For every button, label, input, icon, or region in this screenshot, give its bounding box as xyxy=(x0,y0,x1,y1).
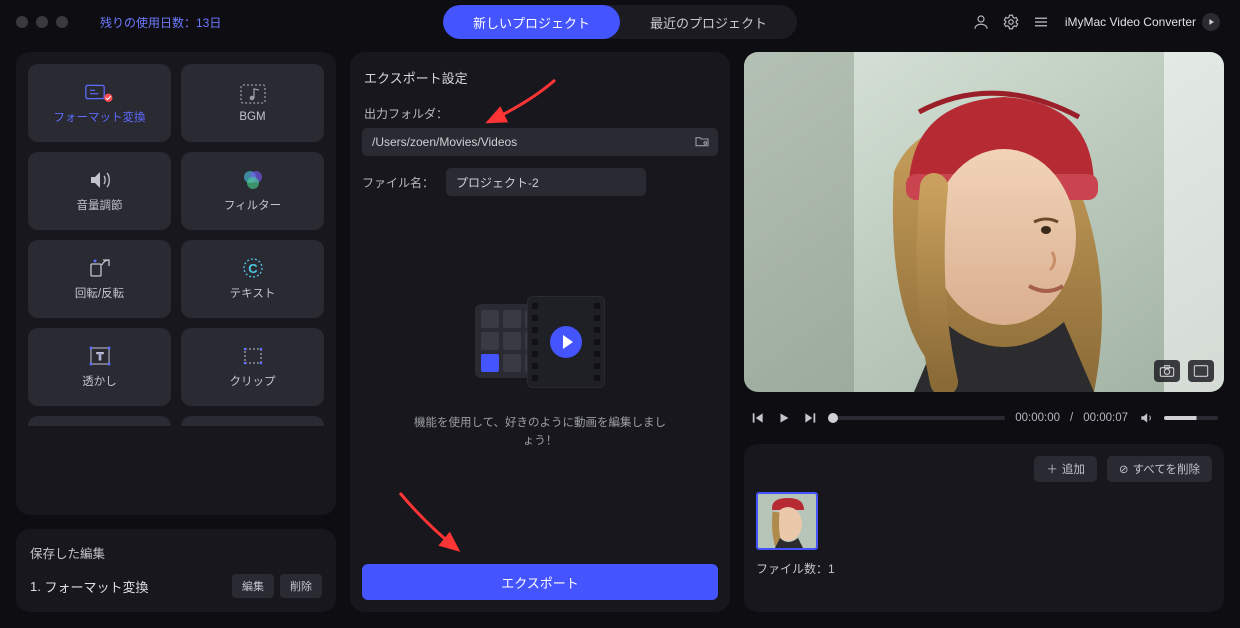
gear-icon[interactable] xyxy=(1001,12,1021,32)
tool-label: フォーマット変換 xyxy=(54,109,146,125)
clip-thumbnail[interactable] xyxy=(756,492,818,550)
remaining-days-label: 残りの使用日数：13日 xyxy=(100,14,221,31)
play-icon[interactable] xyxy=(776,410,792,426)
folder-browse-icon[interactable] xyxy=(694,133,710,149)
saved-edits-panel: 保存した編集 1. フォーマット変換 編集 削除 xyxy=(16,529,336,612)
tool-label: 音量調節 xyxy=(77,197,123,213)
brand-label: iMyMac Video Converter xyxy=(1061,11,1224,33)
tool-text[interactable]: C テキスト xyxy=(181,240,324,318)
volume-icon xyxy=(85,169,115,191)
volume-icon[interactable] xyxy=(1138,410,1154,426)
seek-bar[interactable] xyxy=(828,416,1005,420)
svg-text:T: T xyxy=(96,351,103,363)
tab-recent-projects[interactable]: 最近のプロジェクト xyxy=(620,5,797,39)
export-button[interactable]: エクスポート xyxy=(362,564,718,600)
tool-label: 透かし xyxy=(82,373,117,389)
saved-item-index: 1. xyxy=(30,579,41,594)
saved-edits-title: 保存した編集 xyxy=(30,543,322,562)
filename-label: ファイル名： xyxy=(362,174,434,191)
rotate-icon xyxy=(85,257,115,279)
film-icon xyxy=(527,296,605,388)
add-clip-button[interactable]: ＋追加 xyxy=(1034,456,1097,482)
saved-edit-button[interactable]: 編集 xyxy=(232,574,274,598)
play-circle-icon xyxy=(550,326,582,358)
tool-overflow-peek xyxy=(28,416,324,426)
saved-delete-button[interactable]: 削除 xyxy=(280,574,322,598)
delete-all-button[interactable]: ⊘すべてを削除 xyxy=(1107,456,1212,482)
volume-slider[interactable] xyxy=(1164,416,1218,420)
saved-item-label: フォーマット変換 xyxy=(44,577,148,596)
output-folder-label: 出力フォルダ： xyxy=(364,105,718,122)
text-icon: C xyxy=(238,257,268,279)
tool-more-2[interactable] xyxy=(181,416,324,426)
brand-logo-icon xyxy=(1202,13,1220,31)
tool-label: 回転/反転 xyxy=(75,285,124,301)
prev-frame-icon[interactable] xyxy=(750,410,766,426)
time-current: 00:00:00 xyxy=(1015,412,1060,424)
tool-watermark[interactable]: T 透かし xyxy=(28,328,171,406)
account-icon[interactable] xyxy=(971,12,991,32)
saved-edit-row: 1. フォーマット変換 編集 削除 xyxy=(30,574,322,598)
player-controls: 00:00:00 / 00:00:07 xyxy=(744,406,1224,430)
tool-more-1[interactable] xyxy=(28,416,171,426)
next-frame-icon[interactable] xyxy=(802,410,818,426)
close-dot[interactable] xyxy=(16,16,28,28)
export-settings-panel: エクスポート設定 出力フォルダ： ファイル名： xyxy=(350,52,730,612)
video-preview xyxy=(744,52,1224,392)
tool-format-convert[interactable]: フォーマット変換 xyxy=(28,64,171,142)
file-count: ファイル数：1 xyxy=(756,560,1212,577)
filename-input[interactable] xyxy=(446,168,646,196)
bgm-icon xyxy=(238,83,268,105)
tool-label: フィルター xyxy=(224,197,281,213)
tools-panel: フォーマット変換 BGM 音量調節 xyxy=(16,52,336,515)
preview-image xyxy=(744,52,1224,392)
time-total: 00:00:07 xyxy=(1083,412,1128,424)
center-caption: 機能を使用して、好きのように動画を編集しましょう！ xyxy=(410,414,670,451)
format-icon xyxy=(85,81,115,103)
fullscreen-icon[interactable] xyxy=(1188,360,1214,382)
titlebar: 残りの使用日数：13日 新しいプロジェクト 最近のプロジェクト iMyMac V… xyxy=(0,0,1240,44)
tool-volume[interactable]: 音量調節 xyxy=(28,152,171,230)
watermark-icon: T xyxy=(85,345,115,367)
minimize-dot[interactable] xyxy=(36,16,48,28)
export-panel-title: エクスポート設定 xyxy=(364,68,718,87)
clip-icon xyxy=(238,345,268,367)
clips-panel: ＋追加 ⊘すべてを削除 ファイル数：1 xyxy=(744,444,1224,612)
tool-filter[interactable]: フィルター xyxy=(181,152,324,230)
menu-icon[interactable] xyxy=(1031,12,1051,32)
project-tabs: 新しいプロジェクト 最近のプロジェクト xyxy=(443,5,797,39)
tool-rotate[interactable]: 回転/反転 xyxy=(28,240,171,318)
tool-label: クリップ xyxy=(230,373,276,389)
center-illustration: 機能を使用して、好きのように動画を編集しましょう！ xyxy=(362,196,718,550)
output-folder-input[interactable] xyxy=(362,128,718,156)
tool-clip[interactable]: クリップ xyxy=(181,328,324,406)
snapshot-icon[interactable] xyxy=(1154,360,1180,382)
tab-new-project[interactable]: 新しいプロジェクト xyxy=(443,5,620,39)
window-controls[interactable] xyxy=(16,16,68,28)
brand-text: iMyMac Video Converter xyxy=(1065,15,1196,29)
zoom-dot[interactable] xyxy=(56,16,68,28)
tool-bgm[interactable]: BGM xyxy=(181,64,324,142)
tool-label: テキスト xyxy=(230,285,276,301)
filter-icon xyxy=(238,169,268,191)
svg-text:C: C xyxy=(248,261,258,276)
tool-label: BGM xyxy=(239,111,265,123)
